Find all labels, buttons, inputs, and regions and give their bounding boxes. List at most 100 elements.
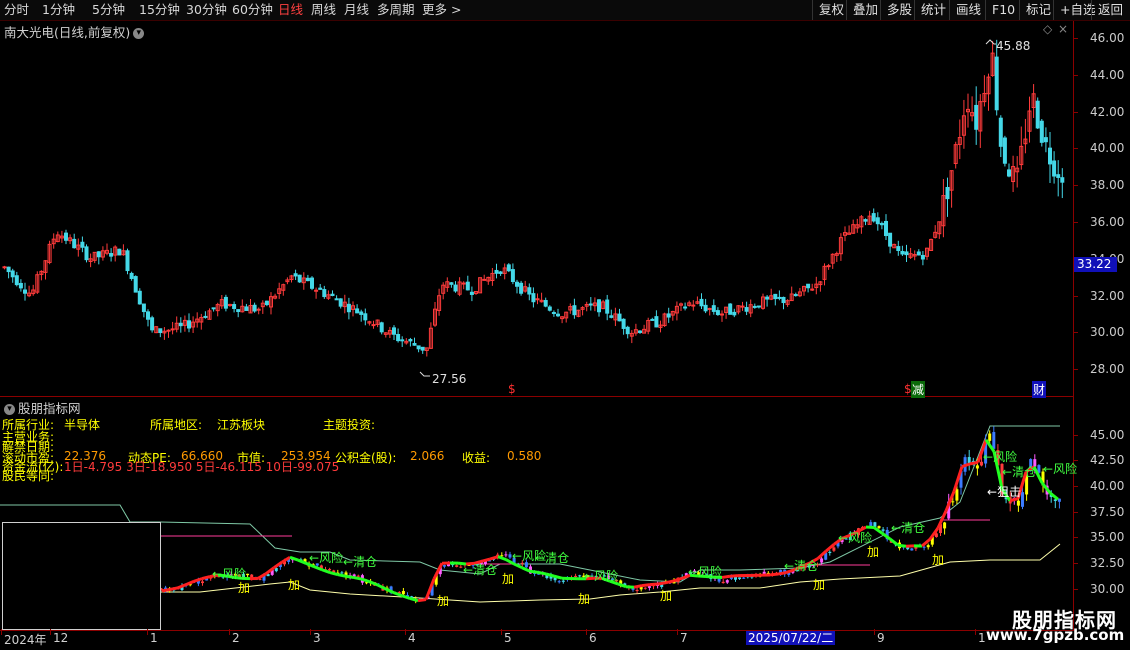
period-tab-multi[interactable]: 多周期 [377, 2, 415, 18]
candle-body [322, 289, 327, 298]
candle-body [359, 311, 364, 315]
period-tab-1min[interactable]: 1分钟 [42, 2, 75, 18]
period-tab-timeshare[interactable]: 分时 [4, 2, 29, 18]
diamond-icon[interactable]: ◇ [1043, 22, 1052, 36]
income-label: 收益: [462, 451, 491, 465]
candle-body [453, 284, 458, 292]
main-y-tick: 38.00 [1072, 178, 1125, 192]
candle-body [875, 217, 880, 225]
ind-candle-body [832, 547, 836, 551]
ind-candle-body [455, 565, 459, 567]
risk-signal: ←风险 [1043, 462, 1078, 476]
trend-line-segment [649, 582, 659, 587]
statistics-button[interactable]: 统计 [914, 0, 952, 20]
candle-body [305, 277, 310, 282]
period-tab-60min[interactable]: 60分钟 [232, 2, 273, 18]
draw-line-button[interactable]: 画线 [949, 0, 987, 20]
candle-body [482, 278, 487, 281]
candle-body [211, 307, 216, 310]
candle-body [256, 308, 261, 311]
candle-body [904, 251, 909, 256]
candle-body [400, 339, 405, 342]
close-icon[interactable]: × [1058, 22, 1068, 36]
candle-body [691, 304, 696, 307]
candlestick-chart[interactable] [0, 36, 1073, 396]
candle-body [129, 272, 134, 279]
trend-line-segment [769, 572, 779, 577]
overlay-button[interactable]: 叠加 [846, 0, 884, 20]
candle-body [346, 303, 351, 313]
ind-y-tick: 32.50 [1072, 556, 1125, 570]
period-tab-weekly[interactable]: 周线 [311, 2, 336, 18]
period-tab-more[interactable]: 更多 > [422, 2, 461, 18]
trend-line-segment [353, 576, 363, 581]
ind-candle-body [635, 589, 639, 592]
trend-line-segment [897, 543, 907, 548]
trend-line-segment [185, 579, 195, 586]
period-tab-30min[interactable]: 30分钟 [186, 2, 227, 18]
period-tab-daily[interactable]: 日线 [278, 2, 303, 18]
candle-body [806, 283, 811, 289]
add-signal: 加 [288, 578, 301, 592]
candle-body [609, 315, 614, 318]
candle-body [412, 342, 417, 346]
add-signal: 加 [437, 594, 450, 608]
candle-body [64, 232, 68, 241]
candle-body [10, 270, 15, 278]
trend-line-segment [417, 598, 427, 603]
candle-body [728, 303, 733, 315]
candle-body [203, 315, 208, 318]
candle-body [888, 232, 893, 247]
current-price-tag: 33.22 [1074, 257, 1117, 272]
back-button[interactable]: 返回 [1091, 0, 1129, 20]
candle-body [1002, 137, 1007, 164]
trend-line-segment [537, 570, 547, 576]
candle-body [756, 305, 761, 308]
period-tab-monthly[interactable]: 月线 [344, 2, 369, 18]
period-tab-5min[interactable]: 5分钟 [92, 2, 125, 18]
candle-body [900, 250, 905, 255]
inset-box [2, 522, 161, 630]
candle-body [150, 317, 155, 331]
finance-marker[interactable]: 财 [1032, 381, 1047, 398]
candle-body [310, 277, 314, 289]
candle-body [355, 308, 360, 314]
candle-body [547, 306, 552, 311]
ind-candle-body [721, 581, 725, 584]
income-value: 0.580 [507, 449, 542, 463]
candle-body [1052, 160, 1057, 177]
candle-body [998, 117, 1003, 147]
main-y-tick: 40.00 [1072, 141, 1125, 155]
add-signal: 加 [578, 592, 591, 606]
multi-stock-button[interactable]: 多股 [880, 0, 918, 20]
x-label: 4 [405, 629, 416, 645]
period-tab-15min[interactable]: 15分钟 [139, 2, 180, 18]
candle-body [519, 282, 524, 294]
main-y-tick: 30.00 [1072, 325, 1125, 339]
ind-candle-body [340, 572, 344, 574]
ind-candle-body [647, 586, 651, 588]
reduce-marker[interactable]: 减 [911, 381, 926, 398]
trend-line-segment [529, 569, 539, 574]
mark-button[interactable]: 标记 [1019, 0, 1057, 20]
ind-candle-body [877, 526, 881, 529]
candle-body [461, 282, 466, 285]
f10-button[interactable]: F10 [985, 0, 1021, 20]
candle-body [510, 269, 515, 283]
restore-rights-button[interactable]: 复权 [812, 0, 850, 20]
trend-line-segment [369, 580, 379, 587]
ind-candle-body [988, 433, 992, 441]
event-marker[interactable]: $ [508, 382, 516, 396]
trend-line-segment [193, 577, 203, 583]
candle-body [732, 311, 737, 316]
trend-line-segment [329, 571, 339, 577]
candle-body [117, 248, 122, 256]
x-label: 6 [586, 629, 597, 645]
ind-candle-body [1057, 498, 1061, 502]
candle-body [793, 294, 798, 297]
trend-line-segment [673, 576, 683, 583]
trend-line-segment [657, 581, 667, 586]
ind-candle-body [820, 558, 824, 563]
candle-body [773, 293, 778, 300]
candle-body [699, 298, 704, 307]
